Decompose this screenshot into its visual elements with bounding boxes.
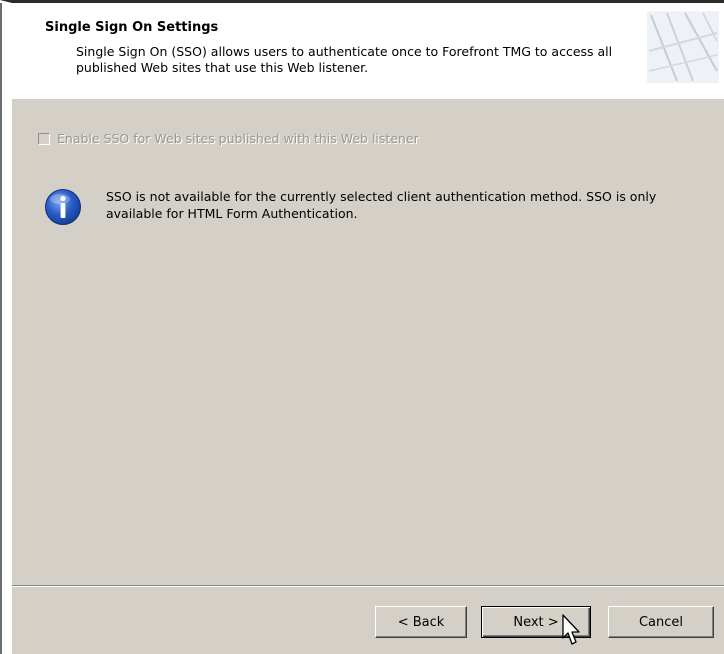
cancel-button[interactable]: Cancel — [608, 606, 714, 638]
header-divider — [12, 98, 724, 99]
wizard-header: Single Sign On Settings Single Sign On (… — [12, 3, 724, 99]
wizard-header-graphic-icon — [647, 11, 719, 83]
window-left-edge — [0, 3, 2, 654]
button-area-separator — [12, 585, 724, 587]
page-title: Single Sign On Settings — [45, 20, 219, 35]
enable-sso-label: Enable SSO for Web sites published with … — [57, 131, 419, 146]
back-button[interactable]: < Back — [375, 606, 467, 638]
sso-unavailable-message: SSO is not available for the currently s… — [106, 189, 657, 221]
next-button[interactable]: Next > — [481, 606, 591, 638]
page-description: Single Sign On (SSO) allows users to aut… — [76, 44, 613, 75]
info-icon — [45, 189, 81, 225]
enable-sso-option[interactable]: Enable SSO for Web sites published with … — [38, 131, 419, 146]
enable-sso-checkbox[interactable] — [38, 132, 50, 145]
